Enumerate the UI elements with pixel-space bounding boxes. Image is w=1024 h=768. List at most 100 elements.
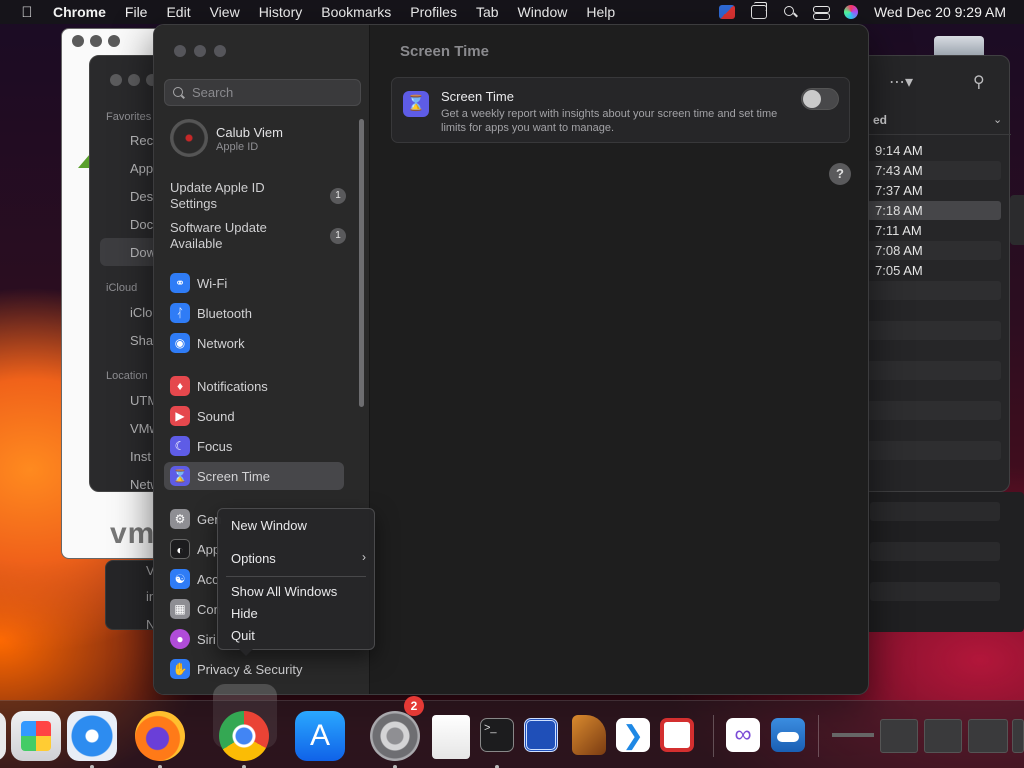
menu-item-hide[interactable]: Hide (231, 606, 258, 621)
window-switcher-icon[interactable] (750, 2, 767, 19)
close-button[interactable] (72, 35, 84, 47)
visual-studio-icon[interactable]: ∞ (726, 718, 760, 752)
apple-id-account[interactable]: Calub Viem Apple ID (170, 119, 350, 161)
dock-context-menu: New Window Options › Show All Windows Hi… (217, 508, 375, 650)
finder-item[interactable]: Inst (130, 449, 151, 464)
finder-item[interactable]: App (130, 161, 153, 176)
finder-icon[interactable] (0, 711, 6, 761)
minimized-window-thumbnail[interactable] (968, 719, 1008, 753)
menu-clock[interactable]: Wed Dec 20 9:29 AM (874, 4, 1006, 20)
time-row[interactable]: 7:37 AM (867, 181, 1001, 200)
minimize-button[interactable] (90, 35, 102, 47)
system-settings-icon[interactable] (370, 711, 420, 761)
zoom-button[interactable] (214, 45, 226, 57)
menu-view[interactable]: View (210, 4, 240, 20)
empty-row (867, 321, 1001, 340)
terminal-icon[interactable]: >_ (480, 718, 514, 752)
garageband-icon[interactable] (572, 715, 606, 755)
sidebar-item-wifi[interactable]: ⚭ Wi-Fi (164, 269, 344, 297)
menu-app-name[interactable]: Chrome (53, 4, 106, 20)
more-options-icon[interactable]: ⋯▾ (889, 72, 913, 92)
moon-icon: ☾ (170, 436, 190, 456)
sidebar-scrollbar[interactable] (359, 119, 364, 407)
menu-history[interactable]: History (259, 4, 303, 20)
menu-bookmarks[interactable]: Bookmarks (321, 4, 391, 20)
safari-icon[interactable] (67, 711, 117, 761)
appearance-icon: ◐ (170, 539, 190, 559)
menu-edit[interactable]: Edit (166, 4, 190, 20)
time-row-selected[interactable]: 7:18 AM (867, 201, 1001, 220)
vscode-icon[interactable]: ❯ (616, 718, 650, 752)
sidebar-item-screen-time[interactable]: ⌛ Screen Time (164, 462, 344, 490)
help-button[interactable]: ? (829, 163, 851, 185)
finder-item[interactable]: Des (130, 189, 153, 204)
chevron-down-icon[interactable]: ⌄ (993, 113, 1002, 126)
app-store-icon[interactable]: A (295, 711, 345, 761)
menu-item-new-window[interactable]: New Window (231, 518, 307, 533)
hand-icon: ✋ (170, 659, 190, 679)
sidebar-item-network[interactable]: ◉ Network (164, 329, 344, 357)
empty-row (870, 502, 1000, 521)
time-row[interactable]: 7:43 AM (867, 161, 1001, 180)
search-icon[interactable]: ⚲ (973, 72, 985, 92)
settings-search[interactable] (164, 79, 361, 106)
apple-menu-icon[interactable]:  (16, 4, 38, 21)
finder-item[interactable]: Sha (130, 333, 153, 348)
minimized-window-thumbnail[interactable] (924, 719, 962, 753)
close-button[interactable] (174, 45, 186, 57)
minimized-window-thumbnail[interactable] (880, 719, 918, 753)
time-row[interactable]: 7:05 AM (867, 261, 1001, 280)
zoom-button[interactable] (108, 35, 120, 47)
time-row[interactable]: 7:11 AM (867, 221, 1001, 240)
close-button[interactable] (110, 74, 122, 86)
launchpad-icon[interactable] (11, 711, 61, 761)
menu-profiles[interactable]: Profiles (410, 4, 457, 20)
sidebar-item-privacy-security[interactable]: ✋ Privacy & Security (164, 655, 344, 683)
right-window[interactable]: ⋯▾ ⚲ ed ⌄ 9:14 AM 7:43 AM 7:37 AM 7:18 A… (860, 55, 1011, 492)
sidebar-item-sound[interactable]: ▶ Sound (164, 402, 344, 430)
finder-item[interactable]: iClo (130, 305, 152, 320)
chrome-icon[interactable] (219, 711, 269, 761)
screen-time-toggle[interactable] (801, 88, 839, 110)
thumbnail-bar (832, 733, 874, 737)
sidebar-item-bluetooth[interactable]: ᛮ Bluetooth (164, 299, 344, 327)
menu-help[interactable]: Help (586, 4, 615, 20)
minimized-window-thumbnail[interactable] (832, 719, 874, 753)
menu-window[interactable]: Window (518, 4, 568, 20)
time-row[interactable]: 7:08 AM (867, 241, 1001, 260)
minimized-window-thumbnail[interactable] (1012, 719, 1024, 753)
menu-item-options[interactable]: Options (231, 551, 276, 566)
search-icon (173, 86, 185, 99)
spotlight-search-icon[interactable] (783, 5, 797, 19)
disk-icon[interactable] (934, 36, 984, 56)
menu-tab[interactable]: Tab (476, 4, 499, 20)
sidebar-item-label: Siri (197, 631, 216, 647)
textedit-icon[interactable] (432, 715, 470, 759)
sort-label[interactable]: ed (873, 113, 887, 127)
screen-overlay-icon[interactable] (718, 5, 735, 19)
weather-icon[interactable] (771, 718, 805, 752)
menu-item-show-all-windows[interactable]: Show All Windows (231, 584, 337, 599)
update-apple-id-notice[interactable]: Update Apple ID Settings 1 (170, 180, 356, 212)
finder-item[interactable]: Rec (130, 133, 153, 148)
time-row[interactable]: 9:14 AM (867, 141, 1001, 160)
menu-file[interactable]: File (125, 4, 148, 20)
sidebar-item-notifications[interactable]: ♦ Notifications (164, 372, 344, 400)
screen-time-card: ⌛ Screen Time Get a weekly report with i… (391, 77, 850, 143)
search-input[interactable] (192, 85, 352, 100)
account-subtitle: Apple ID (216, 141, 259, 153)
background-window-lower[interactable] (860, 492, 1024, 632)
control-center-icon[interactable] (812, 5, 830, 20)
software-update-notice[interactable]: Software Update Available 1 (170, 220, 356, 252)
firefox-icon[interactable] (135, 711, 185, 761)
menu-item-quit[interactable]: Quit (231, 628, 255, 643)
notice-badge: 1 (330, 228, 346, 244)
screens-icon[interactable] (524, 718, 558, 752)
siri-icon[interactable] (843, 5, 858, 19)
finder-item[interactable]: Doc (130, 217, 153, 232)
minimize-button[interactable] (128, 74, 140, 86)
background-window-edge (1010, 195, 1024, 245)
sidebar-item-focus[interactable]: ☾ Focus (164, 432, 344, 460)
minimize-button[interactable] (194, 45, 206, 57)
parallels-icon[interactable] (660, 718, 694, 752)
